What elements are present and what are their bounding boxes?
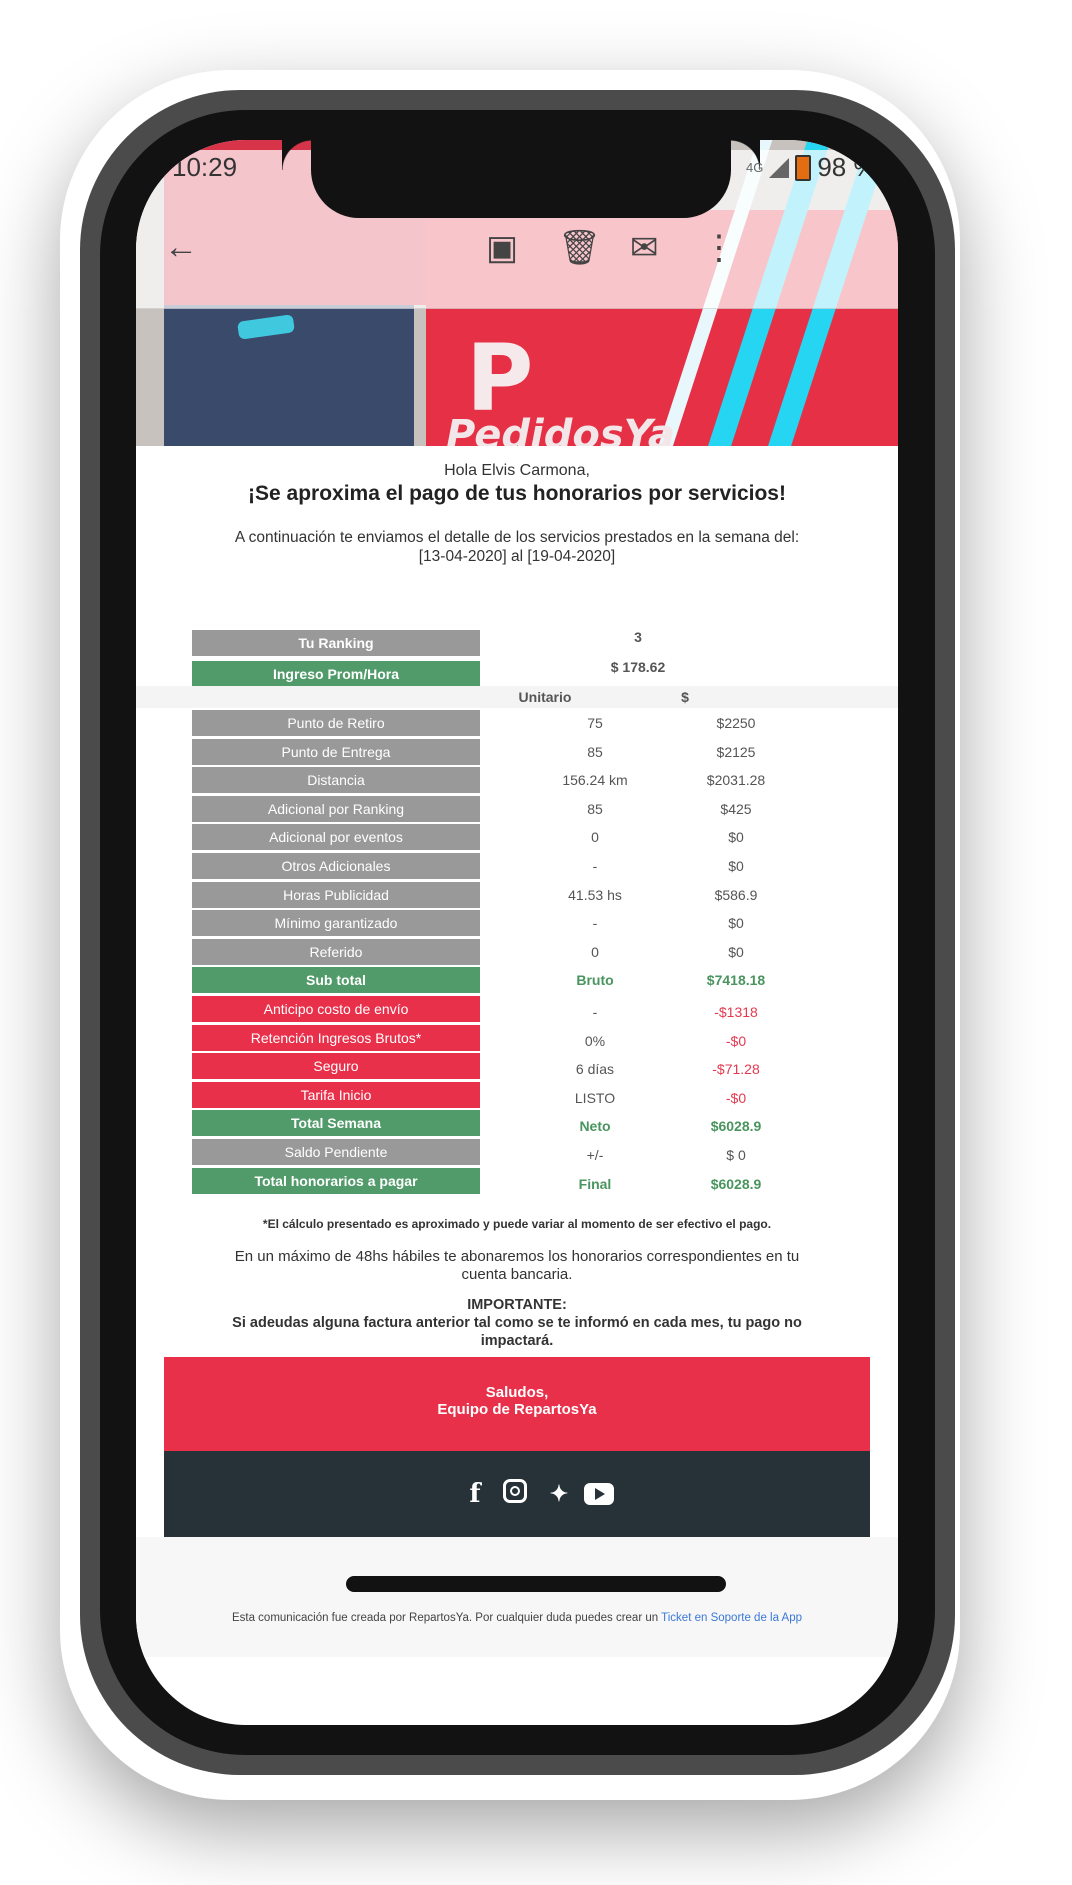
row-unit: 0% [584,1032,606,1049]
ranking-value: 3 [634,629,642,645]
status-indicators: 4G 98 % [746,152,877,183]
important-line-2: impactará. [480,1333,554,1349]
more-options-icon[interactable]: ⋮ [702,228,736,268]
row-amount: $2031.28 [706,772,766,789]
twitter-icon[interactable]: ✦ [544,1479,574,1509]
row-unit: 85 [587,743,603,760]
row-amount: $586.9 [714,886,758,903]
row-label: Punto de Retiro [192,710,480,736]
row-unit: - [592,858,598,874]
row-amount: $0 [728,915,744,932]
row-label: Distancia [192,767,480,794]
battery-icon [795,154,812,181]
table-header: Unitario $ [136,686,898,708]
battery-percent: 98 % [817,152,877,182]
greeting: Hola Elvis Carmona, [444,462,590,479]
payment-line-2: cuenta bancaria. [461,1266,573,1283]
bottom-area [136,1537,898,1657]
unit-column-header: Unitario [518,689,572,705]
signature-block: Saludos, Equipo de RepartosYa [164,1357,870,1451]
disclaimer: *El cálculo presentado es aproximado y p… [262,1217,772,1231]
row-label: Anticipo costo de envío [192,996,480,1022]
headline: ¡Se aproxima el pago de tus honorarios p… [248,482,786,505]
row-amount: -$0 [725,1089,747,1106]
signature-greeting: Saludos, [485,1384,549,1401]
communication-note: Esta comunicación fue creada por Reparto… [136,1612,898,1624]
row-amount: -$0 [725,1032,747,1049]
row-label: Total Semana [192,1110,480,1137]
communication-text: Esta comunicación fue creada por Reparto… [231,1612,659,1624]
intro-line-2: [13-04-2020] al [19-04-2020] [418,548,616,565]
row-label: Adicional por eventos [192,824,480,851]
delete-icon[interactable]: 🗑 [558,228,601,268]
home-indicator[interactable] [346,1576,726,1592]
row-unit: 0 [591,943,599,960]
network-label: 4G [746,160,764,175]
status-time: 10:29 [172,152,238,182]
row-label: Seguro [192,1053,480,1080]
row-unit: 85 [587,800,603,817]
back-arrow-icon[interactable]: ← [164,228,198,267]
social-footer: f ✦ [164,1451,870,1537]
support-ticket-link[interactable]: Ticket en Soporte de la App [661,1612,802,1624]
intro-line-1: A continuación te enviamos el detalle de… [234,529,800,546]
ranking-label: Tu Ranking [192,630,480,656]
row-label: Adicional por Ranking [192,795,480,822]
row-amount: $0 [728,858,744,874]
row-amount: $6028.9 [710,1175,762,1192]
row-unit: 75 [587,715,603,731]
row-unit: 0 [591,829,599,846]
brand-text: PedidosYa [446,412,675,446]
amount-column-header: $ [681,689,689,705]
row-label: Retención Ingresos Brutos* [192,1024,480,1051]
row-label: Otros Adicionales [192,853,480,879]
row-amount: $ 0 [726,1147,746,1163]
row-amount: -$71.28 [712,1061,760,1078]
row-unit: - [592,1004,598,1020]
row-unit: +/- [586,1147,604,1163]
income-per-hour-label: Ingreso Prom/Hora [192,661,480,687]
income-per-hour-value: $ 178.62 [610,659,666,675]
payment-line-1: En un máximo de 48hs hábiles te abonarem… [234,1248,800,1265]
row-label: Punto de Entrega [192,738,480,765]
row-amount: $0 [728,943,744,960]
mark-unread-icon[interactable]: ✉ [630,228,659,268]
row-label: Total honorarios a pagar [192,1167,480,1194]
important-title: IMPORTANTE: [467,1297,567,1313]
facebook-icon[interactable]: f [460,1479,490,1509]
youtube-icon[interactable] [584,1479,614,1509]
row-label: Mínimo garantizado [192,910,480,937]
phone-notch [311,140,760,218]
row-amount: $2250 [716,715,756,731]
row-unit: Final [578,1175,612,1192]
row-unit: 41.53 hs [568,886,622,903]
archive-icon[interactable]: ▣ [486,228,518,268]
row-unit: 156.24 km [562,772,628,789]
signature-team: Equipo de RepartosYa [437,1401,597,1418]
important-line-1: Si adeudas alguna factura anterior tal c… [232,1315,802,1331]
row-label: Saldo Pendiente [192,1139,480,1165]
payment-info: En un máximo de 48hs hábiles te abonarem… [196,1248,838,1284]
instagram-icon[interactable] [500,1479,530,1509]
row-unit: LISTO [574,1089,616,1106]
row-label: Horas Publicidad [192,881,480,908]
row-amount: $7418.18 [706,972,766,989]
phone-screen: P PedidosYa ← ▣ 🗑 ✉ ⋮ 10:29 4G 98 % Hola… [136,140,898,1725]
row-amount: $6028.9 [710,1118,762,1135]
row-amount: $0 [728,829,744,846]
row-amount: $425 [720,800,752,817]
row-label: Tarifa Inicio [192,1081,480,1108]
row-unit: Neto [579,1118,611,1135]
intro-text: A continuación te enviamos el detalle de… [176,528,858,566]
row-unit: - [592,915,598,932]
row-label: Referido [192,938,480,965]
important-notice: IMPORTANTE: Si adeudas alguna factura an… [186,1296,848,1350]
row-label: Sub total [192,967,480,994]
row-amount: $2125 [716,743,756,760]
row-unit: Bruto [576,972,614,989]
signal-icon [769,157,790,178]
row-amount: -$1318 [714,1004,758,1020]
row-unit: 6 días [575,1061,615,1078]
